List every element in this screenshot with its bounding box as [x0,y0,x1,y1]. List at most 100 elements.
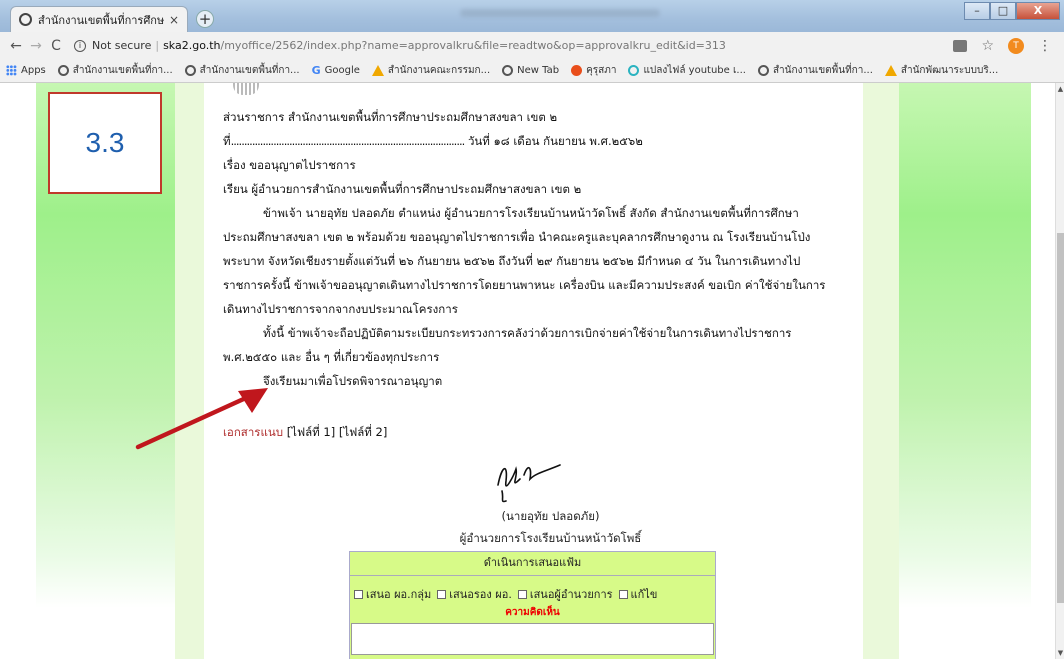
comment-textarea[interactable] [351,623,714,655]
bookmark-star-icon[interactable]: ☆ [981,38,994,54]
closing-line: จึงเรียนมาเพื่อโปรดพิจารณาอนุญาต [263,374,443,388]
web-page: 3.3 ส่วนราชการ สำนักงานเขตพื้นที่การศึกษ… [0,83,1055,659]
globe-icon [57,65,69,76]
bookmark-item[interactable]: สำนักงานคณะกรรมก... [371,63,491,78]
bookmarks-bar: Apps สำนักงานเขตพื้นที่กา... สำนักงานเขต… [0,59,1064,83]
page-scrollbar[interactable]: ▲ ▼ [1055,83,1064,659]
body-paragraph-line: ราชการครั้งนี้ ข้าพเจ้าขออนุญาตเดินทางไป… [223,278,826,292]
menu-icon[interactable]: ⋮ [1038,38,1052,54]
bookmark-new-tab[interactable]: New Tab [502,65,559,76]
bookmark-item[interactable]: คุรุสภา [571,63,616,78]
bookmark-label: สำนักงานคณะกรรมก... [387,65,491,76]
blurred-window-title [460,9,660,17]
body-paragraph-line: ประถมศึกษาสงขลา เขต ๒ พร้อมด้วย ขออนุญาต… [223,230,811,244]
action-options: เสนอ ผอ.กลุ่ม เสนอรอง ผอ. เสนอผู้อำนวยกา… [350,576,715,603]
attachment-file-1-link[interactable]: [ไฟล์ที่ 1] [287,425,336,439]
body-paragraph-line: พระบาท จังหวัดเชียงรายตั้งแต่วันที่ ๒๖ ก… [223,254,801,268]
close-window-button[interactable]: X [1016,2,1060,20]
checkbox[interactable] [354,589,363,599]
letter-date: วันที่ ๑๘ เดือน กันยายน พ.ศ.๒๕๖๒ [467,134,643,148]
red-arrow-annotation [135,388,268,450]
scroll-down-icon[interactable]: ▼ [1056,649,1064,657]
bookmark-apps[interactable]: Apps [6,65,46,76]
globe-icon [502,65,514,76]
security-label: Not secure [92,39,152,52]
option-propose-director[interactable]: เสนอผู้อำนวยการ [517,585,613,603]
bookmark-label: สำนักงานเขตพื้นที่กา... [72,65,173,76]
window-controls: – □ X [964,2,1060,20]
checkbox[interactable] [517,589,527,599]
scroll-up-icon[interactable]: ▲ [1056,85,1064,93]
apps-grid-icon [6,65,17,76]
option-label: เสนอผู้อำนวยการ [529,588,613,601]
new-tab-button[interactable]: + [196,10,214,28]
handwritten-signature [497,464,561,503]
forward-button[interactable]: → [26,38,46,54]
attachment-file-2-link[interactable]: [ไฟล์ที่ 2] [339,425,388,439]
scrollbar-thumb[interactable] [1057,233,1064,603]
action-panel: ดำเนินการเสนอแฟ้ม เสนอ ผอ.กลุ่ม เสนอรอง … [349,551,716,659]
signer-title: ผู้อำนวยการโรงเรียนบ้านหน้าวัดโพธิ์ [459,531,642,545]
ref-prefix: ที่ [223,134,231,148]
url-path: /myoffice/2562/index.php?name=approvalkr… [220,39,726,52]
option-edit[interactable]: แก้ไข [618,585,657,603]
drive-icon [371,65,384,76]
bookmark-label: คุรุสภา [586,65,617,76]
checkbox[interactable] [618,589,628,599]
subject-line: เรื่อง ขออนุญาตไปราชการ [223,158,356,172]
tab-close-icon[interactable]: × [169,13,179,27]
tab-title: สำนักงานเขตพื้นที่การศึกษาประถม [38,13,165,27]
bookmark-label: สำนักพัฒนาระบบบริ... [900,65,999,76]
google-icon: G [311,64,321,77]
bookmark-label: Google [324,65,360,76]
circle-icon [628,65,640,76]
comment-label: ความคิดเห็น [505,607,560,618]
globe-icon [19,13,32,26]
browser-tab[interactable]: สำนักงานเขตพื้นที่การศึกษาประถม × [10,6,188,32]
bookmark-google[interactable]: G Google [312,64,360,77]
translate-icon[interactable] [953,39,968,52]
ref-dots: ........................................… [230,134,466,148]
url-bar[interactable]: i Not secure | ska2.go.th /myoffice/2562… [74,35,953,57]
checkbox[interactable] [437,589,447,599]
left-green-strip [175,83,204,659]
reload-button[interactable]: C [46,38,66,54]
option-label: เสนอ ผอ.กลุ่ม [366,588,432,601]
maximize-button[interactable]: □ [990,2,1016,20]
bookmark-item[interactable]: สำนักงานเขตพื้นที่กา... [757,63,873,78]
option-propose-deputy-director[interactable]: เสนอรอง ผอ. [437,585,512,603]
step-annotation-box: 3.3 [48,92,162,194]
url-host: ska2.go.th [163,39,221,52]
minimize-button[interactable]: – [964,2,990,20]
option-label: เสนอรอง ผอ. [449,588,512,601]
signer-name: (นายอุทัย ปลอดภัย) [501,509,600,523]
back-button[interactable]: ← [6,38,26,54]
body-paragraph-line: เดินทางไปราชการจากจากงบประมาณโครงการ [223,302,458,316]
window-titlebar: สำนักงานเขตพื้นที่การศึกษาประถม × + – □ … [0,0,1064,32]
profile-avatar[interactable]: T [1008,37,1024,54]
body-paragraph-line: พ.ศ.๒๕๕๐ และ อื่น ๆ ที่เกี่ยวข้องทุกประก… [223,350,440,364]
bookmark-item[interactable]: แปลงไฟล์ youtube เ... [628,63,746,78]
bookmark-item[interactable]: สำนักงานเขตพื้นที่กา... [57,63,173,78]
recipient-line: เรียน ผู้อำนวยการสำนักงานเขตพื้นที่การศึ… [223,182,582,196]
right-green-strip [863,83,899,659]
body-paragraph-line: ทั้งนี้ ข้าพเจ้าจะถือปฏิบัติตามระเบียบกร… [263,326,792,340]
globe-icon [757,65,769,76]
bookmark-label: New Tab [517,65,560,76]
bookmark-label: สำนักงานเขตพื้นที่กา... [199,65,300,76]
toolbar-right: ☆ T ⋮ [953,37,1052,54]
reference-line: ที่.....................................… [223,129,863,153]
bookmark-item[interactable]: สำนักงานเขตพื้นที่กา... [184,63,300,78]
info-icon[interactable]: i [74,39,86,52]
bookmark-item[interactable]: สำนักพัฒนาระบบบริ... [884,63,999,78]
option-propose-group-director[interactable]: เสนอ ผอ.กลุ่ม [354,585,431,603]
url-separator: | [155,39,160,52]
drive-icon [884,65,897,76]
memo-letter: ส่วนราชการ สำนักงานเขตพื้นที่การศึกษาประ… [223,105,863,393]
address-toolbar: ← → C i Not secure | ska2.go.th /myoffic… [0,32,1064,59]
bookmark-label: สำนักงานเขตพื้นที่กา... [772,65,873,76]
agency-line: ส่วนราชการ สำนักงานเขตพื้นที่การศึกษาประ… [223,110,558,124]
action-panel-title: ดำเนินการเสนอแฟ้ม [350,552,715,576]
globe-icon [184,65,196,76]
body-paragraph-line: ข้าพเจ้า นายอุทัย ปลอดภัย ตำแหน่ง ผู้อำน… [263,206,799,220]
